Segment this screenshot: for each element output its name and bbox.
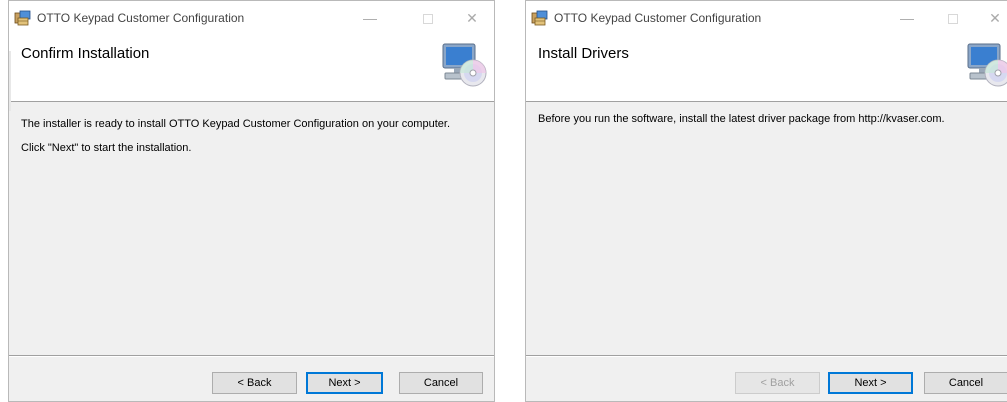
close-button[interactable]: ✕ — [461, 7, 483, 29]
page-title: Install Drivers — [538, 45, 629, 62]
cancel-button[interactable]: Cancel — [924, 372, 1007, 394]
dialog-install-drivers: OTTO Keypad Customer Configuration — ✕ I… — [525, 0, 1007, 402]
next-button[interactable]: Next > — [828, 372, 913, 394]
footer-divider — [526, 355, 1007, 357]
cancel-button[interactable]: Cancel — [399, 372, 483, 394]
minimize-button[interactable]: — — [896, 7, 918, 29]
minimize-button[interactable]: — — [359, 7, 381, 29]
maximize-button[interactable] — [942, 7, 964, 29]
window-edge — [9, 51, 11, 111]
maximize-button[interactable] — [417, 7, 439, 29]
footer-divider — [9, 355, 494, 357]
body-text-line-1: The installer is ready to install OTTO K… — [21, 118, 450, 130]
header-banner: Install Drivers — [526, 35, 1007, 102]
back-button[interactable]: < Back — [212, 372, 297, 394]
installer-app-icon — [531, 10, 548, 26]
close-button[interactable]: ✕ — [984, 7, 1006, 29]
back-button[interactable]: < Back — [735, 372, 820, 394]
title-bar[interactable]: OTTO Keypad Customer Configuration — ✕ — [9, 1, 494, 35]
page-title: Confirm Installation — [21, 45, 150, 62]
installer-app-icon — [14, 10, 31, 26]
window-title: OTTO Keypad Customer Configuration — [37, 11, 245, 25]
window-title: OTTO Keypad Customer Configuration — [554, 11, 762, 25]
computer-cd-icon — [442, 43, 487, 87]
header-banner: Confirm Installation — [9, 35, 494, 102]
computer-cd-icon — [967, 43, 1007, 87]
next-button[interactable]: Next > — [306, 372, 383, 394]
title-bar[interactable]: OTTO Keypad Customer Configuration — ✕ — [526, 1, 1007, 35]
dialog-confirm-installation: OTTO Keypad Customer Configuration — ✕ C… — [8, 0, 495, 402]
body-text-line-2: Click "Next" to start the installation. — [21, 142, 192, 154]
body-text-line-1: Before you run the software, install the… — [538, 113, 945, 125]
